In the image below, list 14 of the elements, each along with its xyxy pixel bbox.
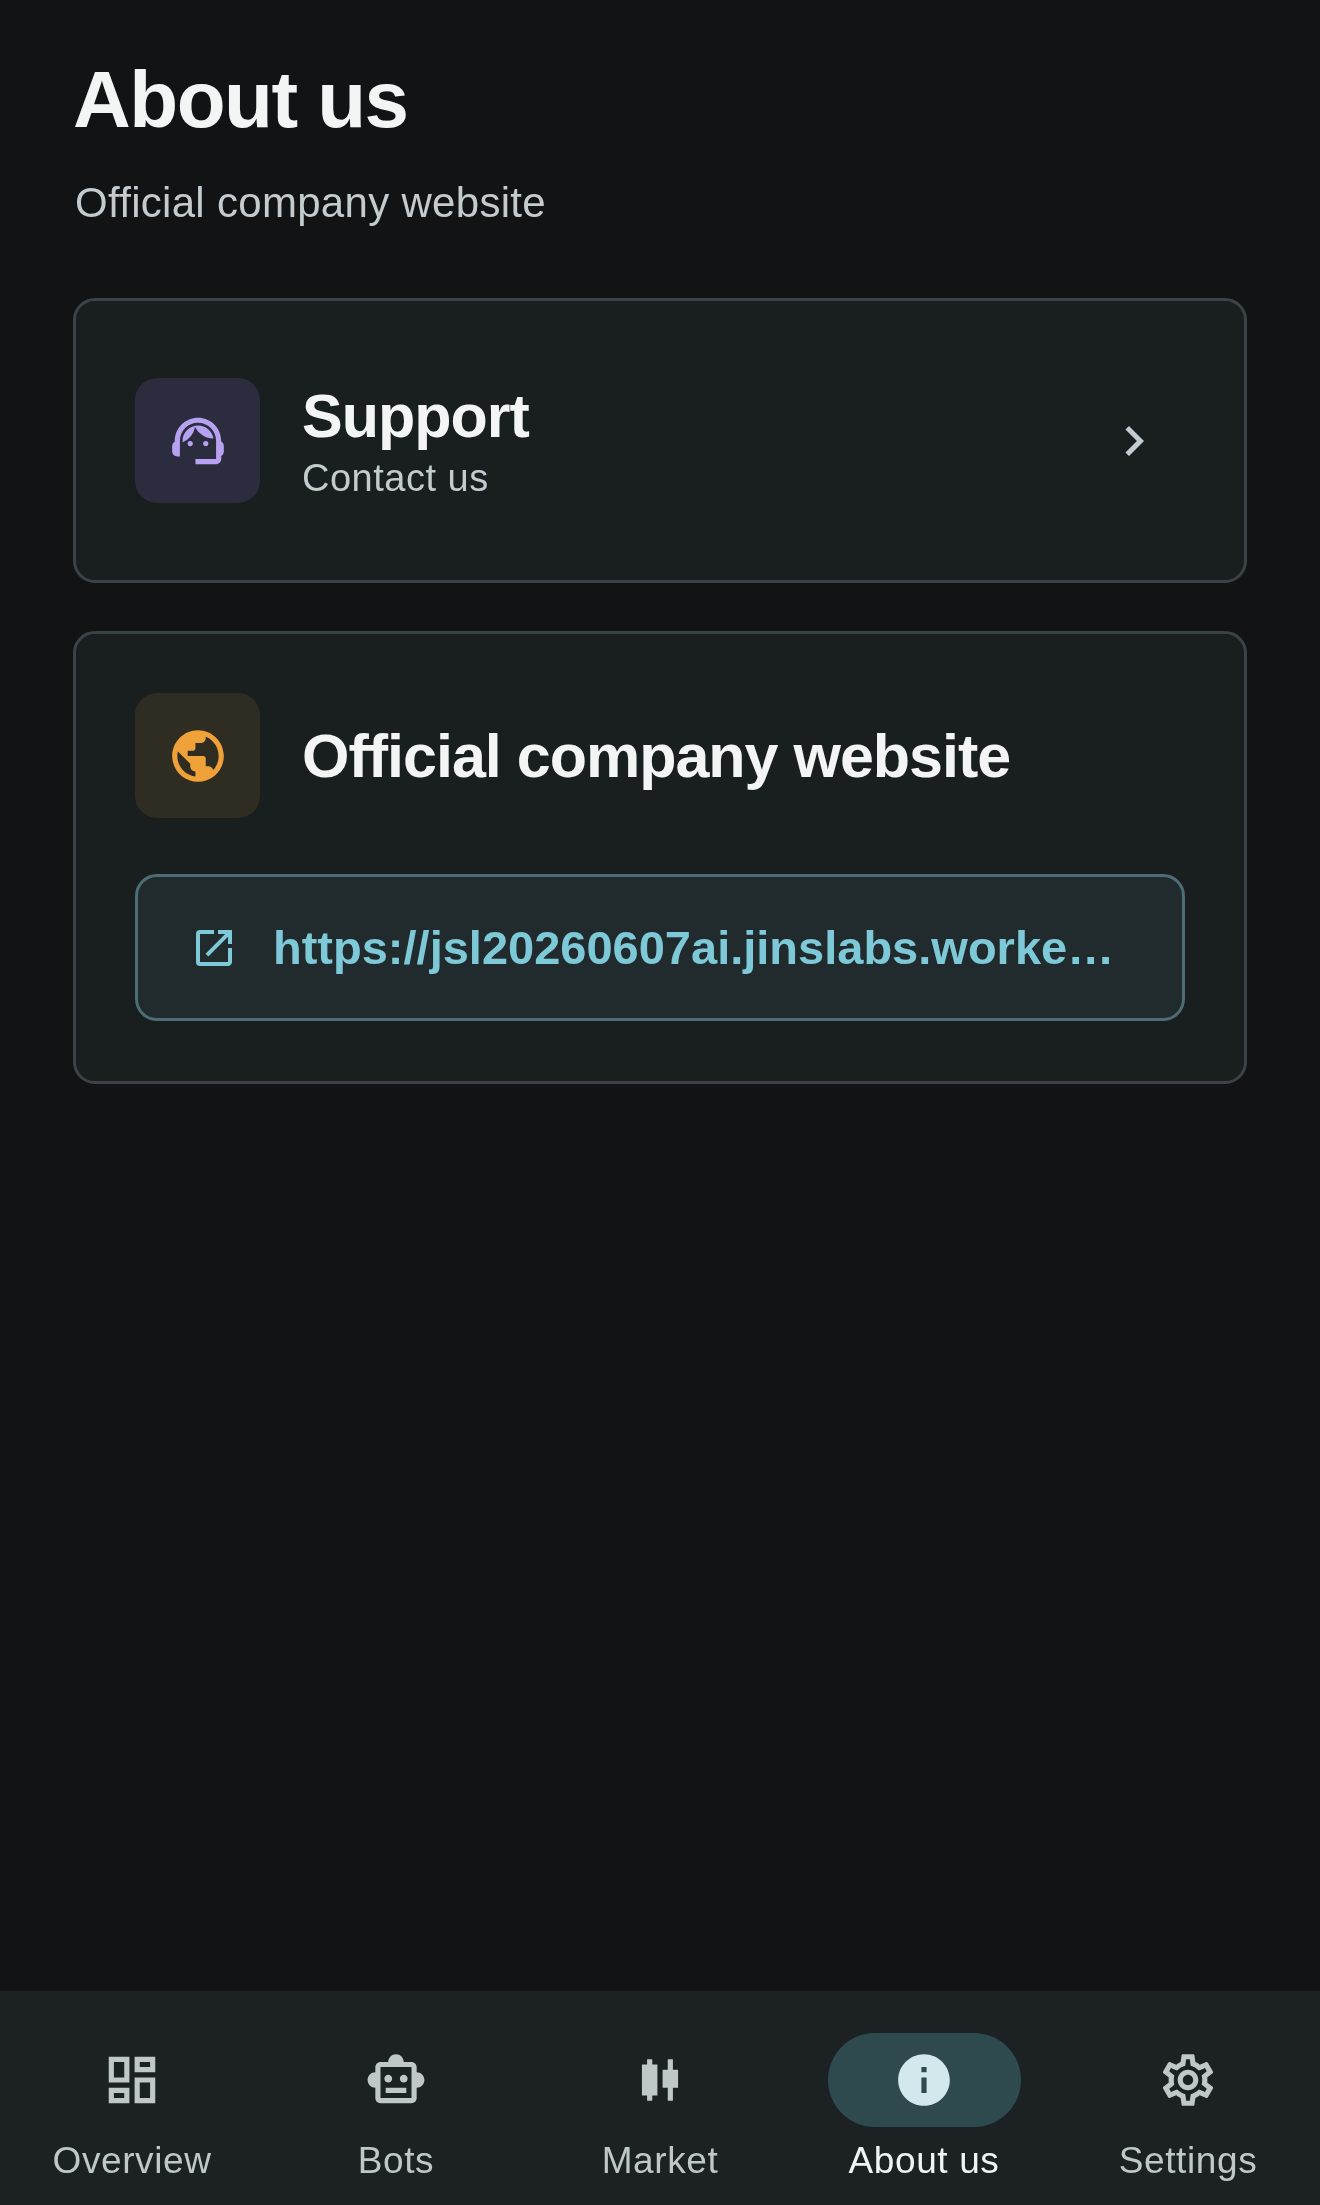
nav-tab[interactable]: Overview <box>35 2033 229 2205</box>
nav-tab[interactable]: Settings <box>1091 2033 1285 2205</box>
headset-icon <box>135 378 260 503</box>
nav-tab[interactable]: Market <box>563 2033 757 2205</box>
support-card[interactable]: Support Contact us <box>73 298 1247 583</box>
nav-tab[interactable]: Bots <box>299 2033 493 2205</box>
page-subtitle: Official company website <box>75 178 547 228</box>
page-title: About us <box>73 54 409 146</box>
card-title: Support <box>302 380 530 451</box>
card-subtitle: Contact us <box>302 455 490 501</box>
card-title: Official company website <box>302 720 1011 791</box>
nav-tab[interactable]: About us <box>827 2033 1021 2205</box>
website-link[interactable]: https://jsl20260607ai.jinslabs.worke… <box>135 874 1185 1021</box>
globe-icon <box>135 693 260 818</box>
